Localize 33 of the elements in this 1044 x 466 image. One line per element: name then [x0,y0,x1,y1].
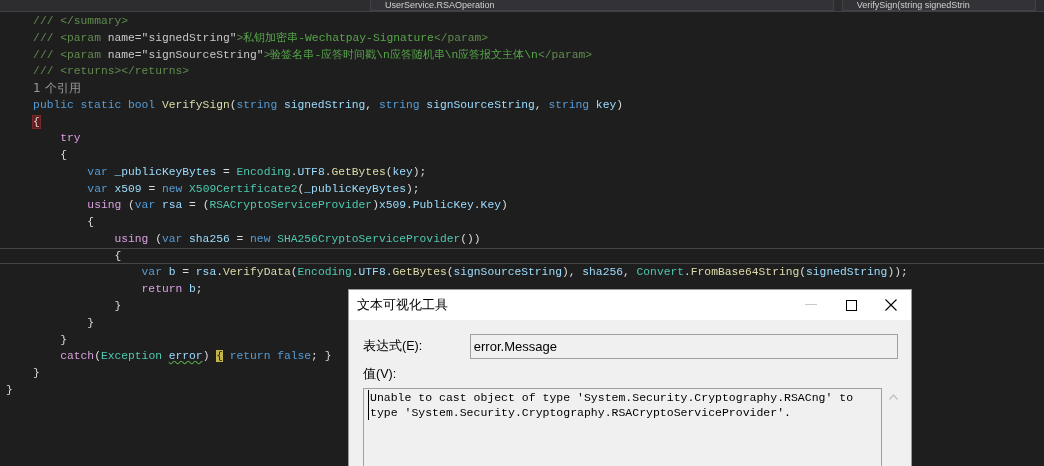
code-line: /// <param name="signedString">私钥加密串-Wechatpay-Signature</param> [33,31,489,44]
member-dropdown[interactable]: VerifySign(string signedStrin [841,0,1036,11]
code-line: catch(Exception error) { return false; } [60,350,332,363]
maximize-icon [845,299,857,311]
code-line: { [60,149,67,162]
code-line: using (var sha256 = new SHA256CryptoServiceProvider()) [114,232,481,245]
code-line: } [114,300,122,312]
class-dropdown[interactable]: UserService.RSAOperation [370,0,834,11]
value-label: 值(V): [363,366,398,383]
code-line: var x509 = new X509Certificate2(_publicKeyBytes); [87,182,420,195]
code-line: } [6,383,13,396]
code-line: /// </summary> [33,15,129,27]
code-line: var b = rsa.VerifyData(Encoding.UTF8.GetBytes(signSourceString), sha256, Convert.FromBase64String(signedString)); [141,266,908,279]
code-line: } [60,333,67,346]
code-line: { [114,249,122,262]
code-line: { [87,216,95,229]
code-line: } [33,367,40,380]
scroll-up-icon[interactable] [889,394,898,400]
minimize-icon [805,304,817,306]
code-line: using (var rsa = (RSACryptoServiceProvider)x509.PublicKey.Key) [87,199,508,212]
code-line: /// <returns></returns> [33,65,190,78]
expression-label: 表达式(E): [363,338,424,355]
dialog-title: 文本可视化工具 [357,296,449,314]
expression-field[interactable]: error.Message [469,334,898,359]
close-icon [885,299,897,311]
value-field[interactable]: Unable to cast object of type 'System.Security.Cryptography.RSACng' to type 'System.Security.Cryptography.RSACryptoServiceProvider'. [363,388,882,466]
references-link[interactable]: 1 个引用 [33,81,81,96]
code-line: /// <param name="signSourceString">验签名串-应答时间戳\n应答随机串\n应答报文主体\n</param> [33,48,593,61]
code-line: return b; [141,283,203,296]
code-line: public static bool VerifySign(string signedString, string signSourceString, string key) [33,98,623,111]
code-line: try [60,132,81,145]
code-line: var _publicKeyBytes = Encoding.UTF8.GetBytes(key); [87,165,427,178]
code-line: } [87,316,95,329]
